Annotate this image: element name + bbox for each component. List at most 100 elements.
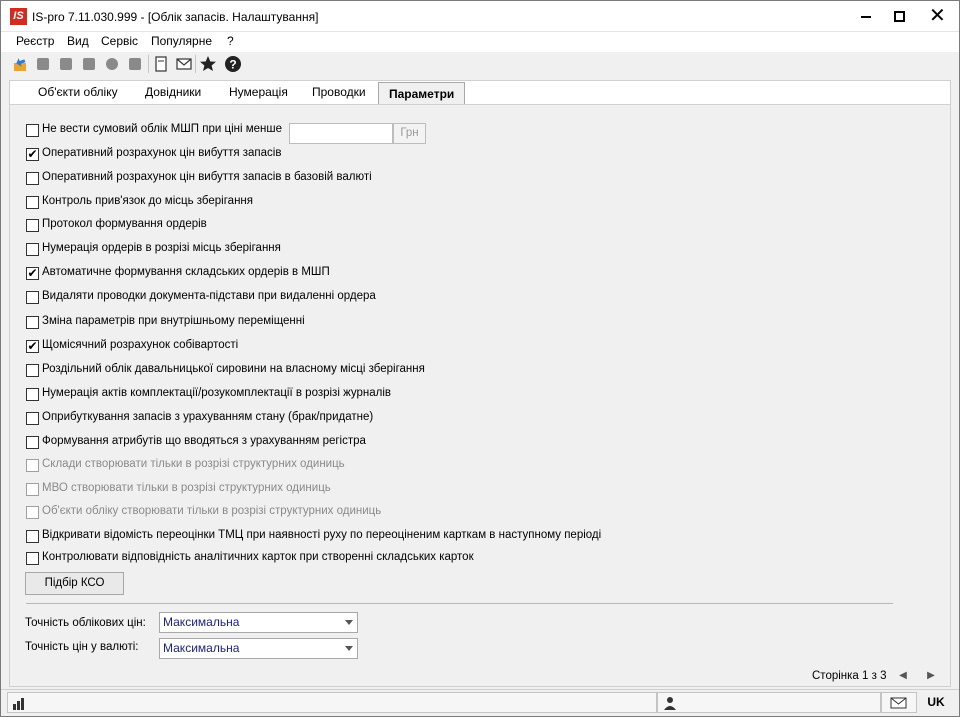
option-checkbox[interactable]	[26, 124, 39, 137]
option-label: Автоматичне формування складських ордері…	[42, 266, 330, 278]
option-label: Протокол формування ордерів	[42, 218, 207, 230]
option-checkbox[interactable]	[26, 316, 39, 329]
tab-accounting-objects[interactable]: Об'єкти обліку	[38, 85, 118, 99]
minimize-button[interactable]	[854, 1, 878, 32]
option-checkbox[interactable]	[26, 364, 39, 377]
option-checkbox[interactable]	[26, 412, 39, 425]
print-icon	[129, 58, 141, 70]
option-label: Видаляти проводки документа-підстави при…	[42, 290, 376, 302]
refresh-button[interactable]	[11, 54, 31, 74]
option-checkbox[interactable]	[26, 243, 39, 256]
chevron-left-icon: ◀	[899, 670, 907, 681]
option-label: МВО створювати тільки в розрізі структур…	[42, 482, 331, 494]
tab-postings[interactable]: Проводки	[312, 85, 366, 99]
checkmark-icon: ✔	[27, 147, 38, 161]
copy-button[interactable]	[79, 54, 99, 74]
currency-price-precision-select[interactable]: Максимальна	[159, 638, 358, 659]
help-icon: ?	[225, 56, 241, 72]
option-checkbox[interactable]	[26, 196, 39, 209]
divider	[26, 603, 893, 604]
mail-icon	[890, 697, 907, 709]
option-label: Нумерація актів комплектації/розукомплек…	[42, 387, 392, 399]
app-window: IS IS-pro 7.11.030.999 - [Облік запасів.…	[0, 0, 960, 717]
option-label: Щомісячний розрахунок собівартості	[42, 339, 239, 351]
option-checkbox[interactable]	[26, 219, 39, 232]
option-label: Нумерація ордерів в розрізі місць зберіг…	[42, 242, 281, 254]
checkmark-icon: ✔	[27, 266, 38, 280]
language-indicator[interactable]: UK	[920, 693, 952, 712]
option-label: Роздільний облік давальницької сировини …	[42, 363, 425, 375]
option-label: Контроль прив'язок до місць зберігання	[42, 195, 253, 207]
print-button[interactable]	[125, 54, 145, 74]
option-label: Формування атрибутів що вводяться з урах…	[42, 435, 366, 447]
option-checkbox[interactable]: ✔	[26, 267, 39, 280]
copy-icon	[83, 58, 95, 70]
delete-icon	[106, 58, 118, 70]
user-icon	[664, 697, 676, 710]
help-button[interactable]: ?	[223, 54, 243, 74]
delete-button[interactable]	[102, 54, 122, 74]
tab-numbering[interactable]: Нумерація	[229, 85, 288, 99]
menu-bar: Реєстр Вид Сервіс Популярне ?	[1, 32, 959, 52]
accounting-price-precision-value: Максимальна	[163, 615, 240, 629]
maximize-icon	[894, 11, 905, 22]
option-checkbox[interactable]	[26, 388, 39, 401]
option-label: Відкривати відомість переоцінки ТМЦ при …	[42, 529, 602, 541]
menu-item-registry[interactable]: Реєстр	[16, 34, 54, 48]
msp-price-threshold-input[interactable]	[289, 123, 393, 144]
tab-directories[interactable]: Довідники	[145, 85, 201, 99]
status-segment-main	[7, 692, 657, 713]
option-checkbox[interactable]	[26, 552, 39, 565]
page-indicator: Сторінка 1 з 3	[812, 670, 887, 682]
currency-price-precision-value: Максимальна	[163, 641, 240, 655]
add-button[interactable]	[33, 54, 53, 74]
currency-unit-button[interactable]: Грн	[393, 123, 426, 144]
option-label: Оприбуткування запасів з урахуванням ста…	[42, 411, 374, 423]
document-icon	[155, 56, 167, 72]
option-checkbox[interactable]: ✔	[26, 340, 39, 353]
edit-button[interactable]	[56, 54, 76, 74]
status-bar: UK	[1, 689, 959, 716]
chevron-down-icon	[345, 646, 353, 651]
option-checkbox[interactable]: ✔	[26, 148, 39, 161]
menu-item-popular[interactable]: Популярне	[151, 34, 212, 48]
toolbar: ?	[1, 52, 959, 76]
menu-item-view[interactable]: Вид	[67, 34, 89, 48]
option-checkbox	[26, 483, 39, 496]
menu-item-help[interactable]: ?	[227, 34, 234, 48]
option-label: Не вести сумовий облік МШП при ціні менш…	[42, 123, 283, 135]
option-label: Об'єкти обліку створювати тільки в розрі…	[42, 505, 382, 517]
toolbar-separator	[195, 55, 196, 73]
next-page-button[interactable]: ▶	[924, 669, 938, 683]
status-segment-mail[interactable]	[881, 692, 917, 713]
status-segment-user	[657, 692, 881, 713]
edit-icon	[60, 58, 72, 70]
checkmark-icon: ✔	[27, 339, 38, 353]
option-checkbox[interactable]	[26, 530, 39, 543]
close-icon: ✕	[929, 5, 946, 27]
chevron-down-icon	[345, 620, 353, 625]
option-label: Склади створювати тільки в розрізі струк…	[42, 458, 345, 470]
accounting-price-precision-label: Точність облікових цін:	[25, 617, 146, 629]
parameters-panel: Не вести сумовий облік МШП при ціні менш…	[9, 104, 951, 687]
favorite-button[interactable]	[198, 54, 218, 74]
favorite-star-icon	[200, 56, 216, 71]
option-label: Зміна параметрів при внутрішньому перемі…	[42, 315, 305, 327]
option-checkbox	[26, 506, 39, 519]
option-checkbox[interactable]	[26, 436, 39, 449]
document-button[interactable]	[151, 54, 171, 74]
refresh-icon	[14, 58, 26, 71]
maximize-button[interactable]	[888, 1, 912, 32]
svg-text:?: ?	[229, 58, 236, 72]
toolbar-separator	[148, 55, 149, 73]
prev-page-button[interactable]: ◀	[896, 669, 910, 683]
menu-item-service[interactable]: Сервіс	[101, 34, 138, 48]
accounting-price-precision-select[interactable]: Максимальна	[159, 612, 358, 633]
option-checkbox[interactable]	[26, 291, 39, 304]
tab-strip: Об'єкти обліку Довідники Нумерація Прово…	[9, 80, 951, 107]
mail-button[interactable]	[174, 54, 194, 74]
chevron-right-icon: ▶	[927, 670, 935, 681]
close-button[interactable]: ✕	[921, 1, 951, 32]
option-checkbox[interactable]	[26, 172, 39, 185]
select-kso-button[interactable]: Підбір КСО	[25, 572, 124, 595]
